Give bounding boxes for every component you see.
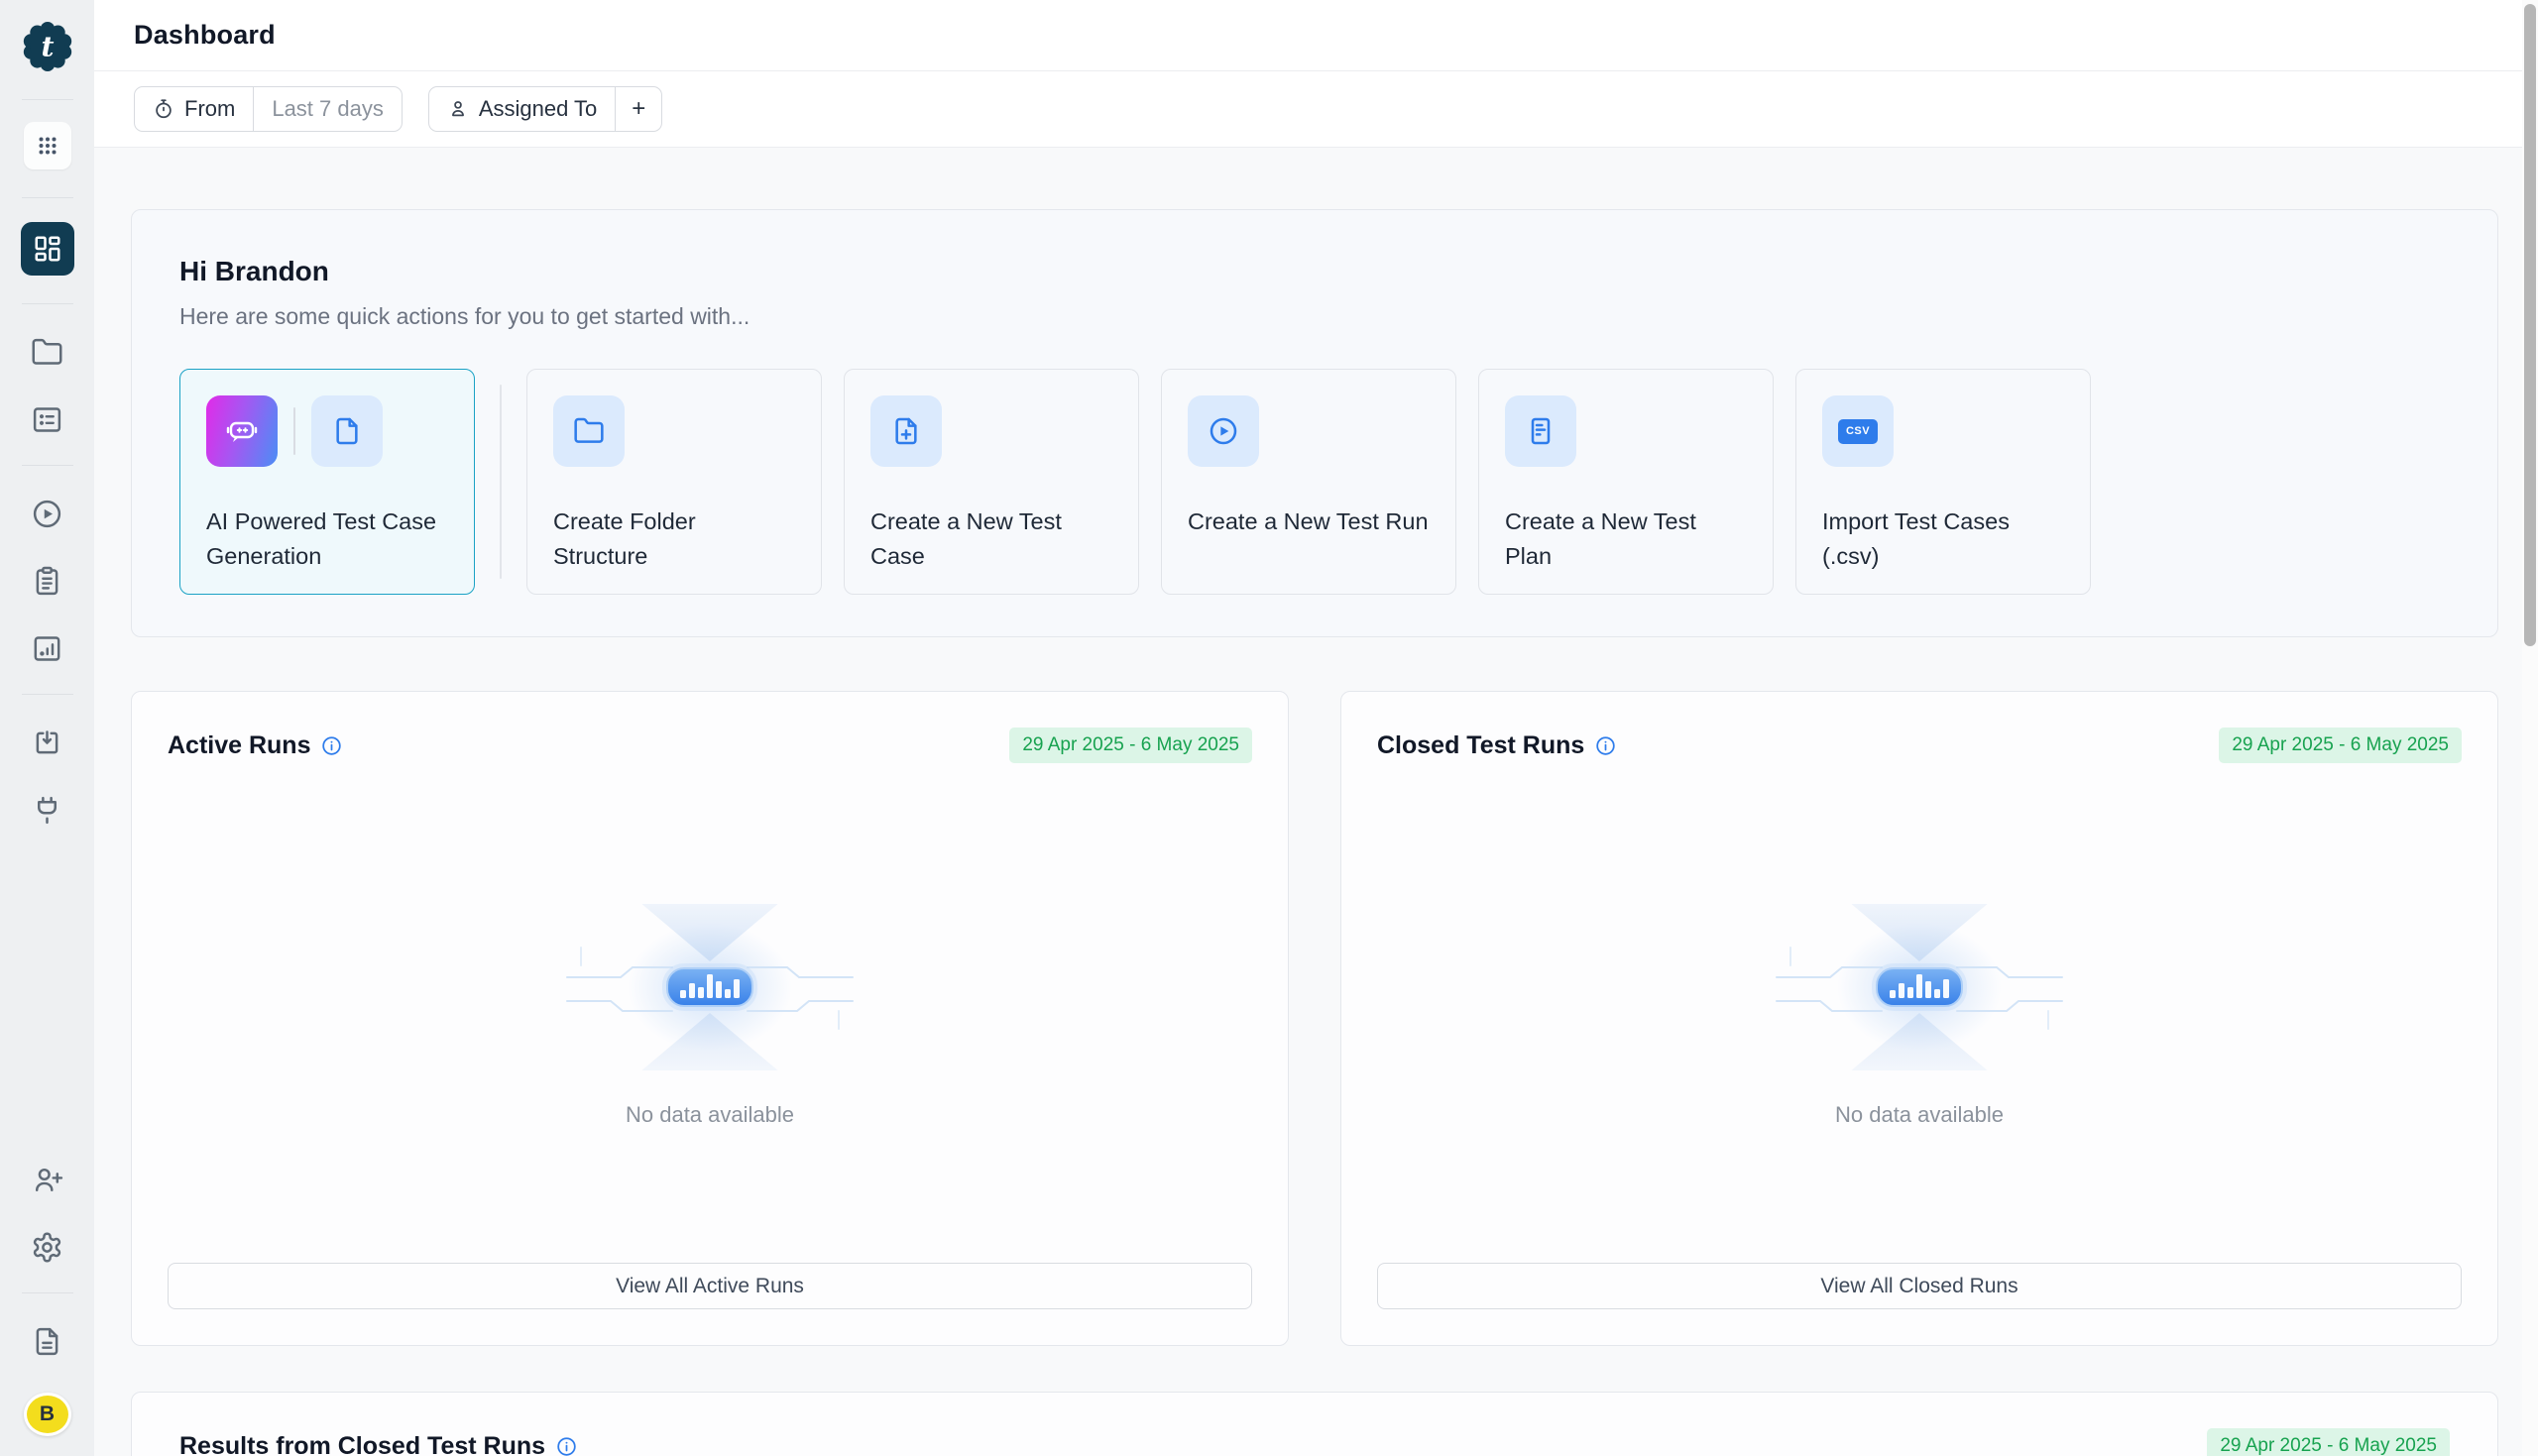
quick-action-import-test-cases[interactable]: CSV Import Test Cases (.csv) [1795, 369, 2091, 595]
quick-action-ai-test-case-generation[interactable]: AI Powered Test Case Generation [179, 369, 475, 595]
bar-chart-pill-icon [1876, 967, 1963, 1007]
assigned-filter-group: Assigned To + [427, 86, 663, 132]
results-closed-runs-panel: Results from Closed Test Runs 29 Apr 202… [131, 1392, 2498, 1456]
sidebar-divider [21, 99, 73, 100]
quick-action-create-folder-structure[interactable]: Create Folder Structure [526, 369, 822, 595]
user-avatar[interactable]: B [23, 1393, 71, 1436]
results-title: Results from Closed Test Runs [179, 1431, 546, 1456]
info-icon[interactable] [321, 735, 342, 756]
date-range-badge: 29 Apr 2025 - 6 May 2025 [1009, 728, 1252, 763]
file-lines-icon [1505, 395, 1576, 467]
apps-grid-icon[interactable] [23, 122, 71, 169]
main-area: Dashboard From Last 7 days Assigned To +… [94, 0, 2538, 1456]
scrollbar-track[interactable] [2522, 0, 2538, 1456]
sidebar-divider [21, 303, 73, 304]
user-plus-icon[interactable] [30, 1162, 65, 1197]
active-runs-title: Active Runs [168, 730, 311, 759]
quick-action-create-test-plan[interactable]: Create a New Test Plan [1478, 369, 1774, 595]
sidebar-item-dashboard-active[interactable] [20, 222, 74, 276]
brand-logo-letter: t [41, 30, 54, 62]
brand-logo[interactable]: t [23, 22, 72, 71]
welcome-greeting: Hi Brandon [179, 256, 329, 286]
quick-actions-separator [500, 385, 502, 579]
active-runs-card: Active Runs 29 Apr 2025 - 6 May 2025 No … [131, 691, 1289, 1346]
no-data-illustration [1771, 898, 2068, 1076]
play-circle-icon [1188, 395, 1259, 467]
stopwatch-icon [156, 99, 172, 119]
page-title: Dashboard [134, 20, 276, 50]
date-range-badge: 29 Apr 2025 - 6 May 2025 [2207, 1428, 2450, 1456]
quick-action-create-test-case[interactable]: Create a New Test Case [844, 369, 1139, 595]
document-icon[interactable] [30, 1323, 65, 1359]
dashboard-content: Hi Brandon Here are some quick actions f… [94, 148, 2538, 1456]
import-tray-icon[interactable] [30, 725, 65, 760]
date-range-badge: 29 Apr 2025 - 6 May 2025 [2219, 728, 2462, 763]
date-filter-group: From Last 7 days [134, 86, 403, 132]
view-all-active-runs-button[interactable]: View All Active Runs [168, 1263, 1252, 1309]
csv-icon: CSV [1822, 395, 1894, 467]
person-icon [451, 101, 464, 117]
sidebar-divider [21, 197, 73, 198]
avatar-initial: B [39, 1402, 56, 1425]
assigned-to-label: Assigned To [478, 96, 598, 121]
quick-actions-panel: Hi Brandon Here are some quick actions f… [131, 209, 2498, 637]
welcome-subtitle: Here are some quick actions for you to g… [179, 303, 750, 329]
empty-state: No data available [168, 763, 1252, 1263]
folder-icon [553, 395, 625, 467]
from-filter-button[interactable]: From [135, 87, 253, 131]
clipboard-list-icon[interactable] [30, 563, 65, 599]
sidebar-divider [21, 1292, 73, 1293]
info-icon[interactable] [1595, 735, 1616, 756]
closed-runs-card: Closed Test Runs 29 Apr 2025 - 6 May 202… [1340, 691, 2498, 1346]
runs-row: Active Runs 29 Apr 2025 - 6 May 2025 No … [131, 691, 2498, 1346]
sidebar-divider [21, 694, 73, 695]
tile-divider [293, 407, 295, 455]
topbar: Dashboard [94, 0, 2538, 71]
closed-runs-title: Closed Test Runs [1377, 730, 1585, 759]
plug-icon[interactable] [30, 792, 65, 828]
ai-bot-icon [206, 395, 278, 467]
info-icon[interactable] [556, 1436, 577, 1456]
from-filter-label: From [184, 96, 236, 121]
sidebar-divider [21, 465, 73, 466]
folder-icon[interactable] [30, 334, 65, 370]
bar-chart-pill-icon [666, 967, 753, 1007]
no-data-text: No data available [1834, 1102, 2004, 1127]
bar-chart-box-icon[interactable] [30, 630, 65, 666]
play-circle-icon[interactable] [30, 496, 65, 531]
test-case-list-icon[interactable] [30, 401, 65, 437]
scrollbar-thumb[interactable] [2524, 4, 2536, 646]
date-range-value-button[interactable]: Last 7 days [253, 87, 402, 131]
file-plus-icon [870, 395, 942, 467]
no-data-illustration [561, 898, 859, 1076]
empty-state: No data available [1377, 763, 2462, 1263]
no-data-text: No data available [625, 1102, 794, 1127]
app-window: t B Dashboard From Last 7 days Assigned … [0, 0, 2538, 1456]
settings-gear-icon[interactable] [30, 1229, 65, 1265]
assigned-to-filter-button[interactable]: Assigned To [429, 87, 615, 131]
layout-dashboard-icon [35, 236, 59, 262]
quick-action-create-test-run[interactable]: Create a New Test Run [1161, 369, 1456, 595]
quick-actions-row: AI Powered Test Case Generation Create F… [179, 369, 2450, 595]
add-filter-button[interactable]: + [615, 87, 661, 131]
file-icon [311, 395, 383, 467]
sidebar: t B [0, 0, 94, 1456]
filter-bar: From Last 7 days Assigned To + [94, 71, 2538, 148]
view-all-closed-runs-button[interactable]: View All Closed Runs [1377, 1263, 2462, 1309]
